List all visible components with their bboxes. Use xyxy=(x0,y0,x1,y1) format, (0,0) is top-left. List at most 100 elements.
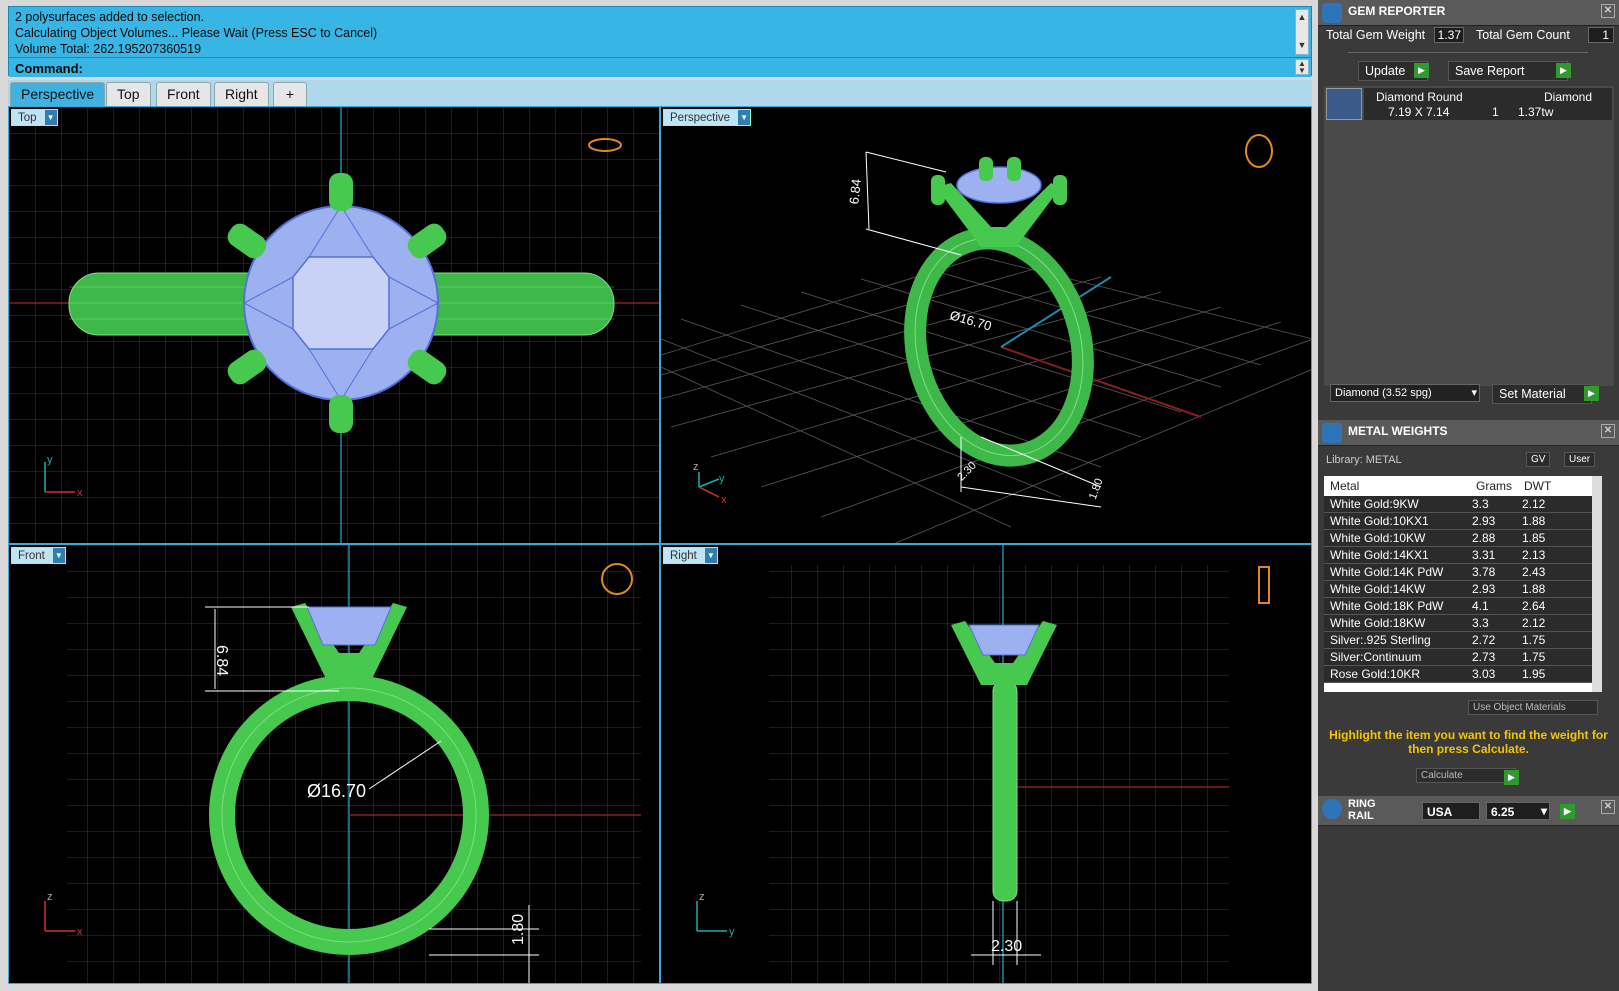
gem-count: 1 xyxy=(1492,105,1499,119)
metal-grams: 2.93 xyxy=(1472,514,1496,528)
command-spinner[interactable]: ▲ ▼ xyxy=(1295,59,1309,75)
chevron-down-icon: ▾ xyxy=(1471,387,1477,399)
region-select[interactable]: USA xyxy=(1422,802,1480,820)
ring-rail-title-line1: RING xyxy=(1348,798,1376,810)
viewport-label-perspective[interactable]: Perspective ▼ xyxy=(663,109,752,126)
ring-size-select[interactable]: 6.25 ▾ xyxy=(1486,802,1550,820)
metal-name: White Gold:14K PdW xyxy=(1330,565,1444,579)
command-input[interactable] xyxy=(89,59,1291,75)
viewport-label-right[interactable]: Right ▼ xyxy=(663,547,718,564)
table-row[interactable]: Rose Gold:10KR 3.03 1.95 xyxy=(1324,666,1594,683)
metal-weights-table: Metal Grams DWT White Gold:9KW 3.3 2.12 Whi… xyxy=(1324,476,1602,692)
metal-name: White Gold:14KX1 xyxy=(1330,548,1429,562)
axis-y-label: y xyxy=(47,454,53,466)
save-report-go-icon[interactable]: ▶ xyxy=(1556,63,1571,78)
metal-name: Rose Gold:10KR xyxy=(1330,667,1421,681)
axis-x-label: x xyxy=(721,494,727,506)
table-row[interactable]: White Gold:18K PdW 4.1 2.64 xyxy=(1324,598,1594,615)
viewport-top[interactable]: y x Top ▼ xyxy=(8,106,660,544)
library-label: Library: METAL xyxy=(1326,454,1402,466)
calculate-label: Calculate xyxy=(1421,770,1463,781)
material-select-value: Diamond (3.52 spg) xyxy=(1335,387,1432,399)
table-scrollbar[interactable] xyxy=(1592,476,1602,692)
calculate-button[interactable]: Calculate xyxy=(1416,768,1516,783)
gv-button[interactable]: GV xyxy=(1526,452,1551,467)
viewport-perspective[interactable]: 6.84 Ø16.70 2.30 1.80 z y x Perspective ▼ xyxy=(660,106,1312,544)
material-select[interactable]: Diamond (3.52 spg) ▾ xyxy=(1330,384,1480,402)
user-button[interactable]: User xyxy=(1564,452,1596,467)
metal-grams: 2.72 xyxy=(1472,633,1496,647)
viewport-front[interactable]: 6.84 Ø16.70 1.80 z x Front ▼ xyxy=(8,544,660,984)
dim-height: 6.84 xyxy=(213,645,230,676)
ring-rail-go-icon[interactable]: ▶ xyxy=(1560,804,1575,819)
col-metal: Metal xyxy=(1330,479,1360,493)
gem-tw: 1.37tw xyxy=(1518,105,1554,119)
axis-y-label: y xyxy=(719,473,725,485)
update-go-icon[interactable]: ▶ xyxy=(1414,63,1429,78)
chevron-down-icon: ▾ xyxy=(1540,804,1547,818)
total-gem-weight-value: 1.37 xyxy=(1434,27,1464,43)
tab-front[interactable]: Front xyxy=(156,82,211,106)
viewport-title: Perspective xyxy=(670,112,731,124)
table-row[interactable]: White Gold:14KW 2.93 1.88 xyxy=(1324,581,1594,598)
save-report-label: Save Report xyxy=(1455,64,1525,78)
metal-dwt: 1.85 xyxy=(1522,531,1546,545)
diamond-round-icon xyxy=(1326,88,1362,120)
viewport-right[interactable]: 2.30 z y Right ▼ xyxy=(660,544,1312,984)
dim-width: 2.30 xyxy=(991,938,1022,955)
add-tab-button[interactable]: + xyxy=(273,82,307,106)
metal-dwt: 2.12 xyxy=(1522,616,1546,630)
tab-top[interactable]: Top xyxy=(106,82,151,106)
axis-z-label: z xyxy=(693,461,699,473)
close-icon[interactable]: ✕ xyxy=(1601,424,1615,438)
metal-grams: 2.73 xyxy=(1472,650,1496,664)
viewport-menu-icon[interactable]: ▼ xyxy=(44,110,57,125)
history-line: 2 polysurfaces added to selection. xyxy=(15,10,205,24)
table-row[interactable]: Silver:.925 Sterling 2.72 1.75 xyxy=(1324,632,1594,649)
viewport-menu-icon[interactable]: ▼ xyxy=(52,548,65,563)
ring-rail-icon xyxy=(1322,799,1342,819)
table-row[interactable]: White Gold:14KX1 3.31 2.13 xyxy=(1324,547,1594,564)
close-icon[interactable]: ✕ xyxy=(1601,800,1615,814)
metal-dwt: 1.95 xyxy=(1522,667,1546,681)
gem-list: Diamond Round Diamond 7.19 X 7.14 1 1.37… xyxy=(1324,86,1614,386)
table-row[interactable]: White Gold:14K PdW 3.78 2.43 xyxy=(1324,564,1594,581)
dim-diameter: Ø16.70 xyxy=(307,781,366,801)
table-row[interactable]: White Gold:10KW 2.88 1.85 xyxy=(1324,530,1594,547)
metal-dwt: 2.43 xyxy=(1522,565,1546,579)
col-dwt: DWT xyxy=(1524,479,1552,493)
metal-grams: 2.88 xyxy=(1472,531,1496,545)
set-material-go-icon[interactable]: ▶ xyxy=(1584,386,1599,401)
close-icon[interactable]: ✕ xyxy=(1601,4,1615,18)
viewport-label-top[interactable]: Top ▼ xyxy=(11,109,58,126)
metal-name: White Gold:10KW xyxy=(1330,531,1426,545)
tab-right[interactable]: Right xyxy=(214,82,269,106)
viewport-label-front[interactable]: Front ▼ xyxy=(11,547,66,564)
viewport-tabs: Perspective Top Front Right + xyxy=(8,80,1312,106)
viewport-title: Top xyxy=(18,112,37,124)
perspective-view-canvas: 6.84 Ø16.70 2.30 1.80 z y x xyxy=(661,134,1311,543)
use-object-materials-button[interactable]: Use Object Materials xyxy=(1468,700,1598,715)
table-row[interactable]: Silver:Continuum 2.73 1.75 xyxy=(1324,649,1594,666)
metal-name: White Gold:14KW xyxy=(1330,582,1426,596)
plugin-panel: GEM REPORTER ✕ Total Gem Weight 1.37 Tot… xyxy=(1318,0,1619,991)
save-report-button[interactable]: Save Report xyxy=(1448,61,1568,81)
table-row[interactable]: White Gold:10KX1 2.93 1.88 xyxy=(1324,513,1594,530)
gem-row[interactable]: Diamond Round Diamond 7.19 X 7.14 1 1.37… xyxy=(1364,88,1612,120)
axis-z-label: z xyxy=(47,891,53,903)
axis-x-label: x xyxy=(77,926,83,938)
table-row[interactable]: White Gold:18KW 3.3 2.12 xyxy=(1324,615,1594,632)
splitter[interactable] xyxy=(1348,52,1588,53)
calculate-hint: Highlight the item you want to find the … xyxy=(1329,728,1608,756)
metal-grams: 4.1 xyxy=(1472,599,1489,613)
history-scrollbar[interactable]: ▲ ▼ xyxy=(1295,9,1309,55)
dim-bottom2: 1.80 xyxy=(1087,477,1106,501)
viewport-menu-icon[interactable]: ▼ xyxy=(704,548,717,563)
gem-reporter-header: GEM REPORTER ✕ xyxy=(1318,0,1619,26)
calculate-go-icon[interactable]: ▶ xyxy=(1504,770,1519,785)
set-material-button[interactable]: Set Material xyxy=(1492,384,1592,404)
tab-perspective[interactable]: Perspective xyxy=(10,82,106,106)
right-view-canvas: 2.30 z y xyxy=(696,545,1270,983)
viewport-menu-icon[interactable]: ▼ xyxy=(738,110,751,125)
table-row[interactable]: White Gold:9KW 3.3 2.12 xyxy=(1324,496,1594,513)
